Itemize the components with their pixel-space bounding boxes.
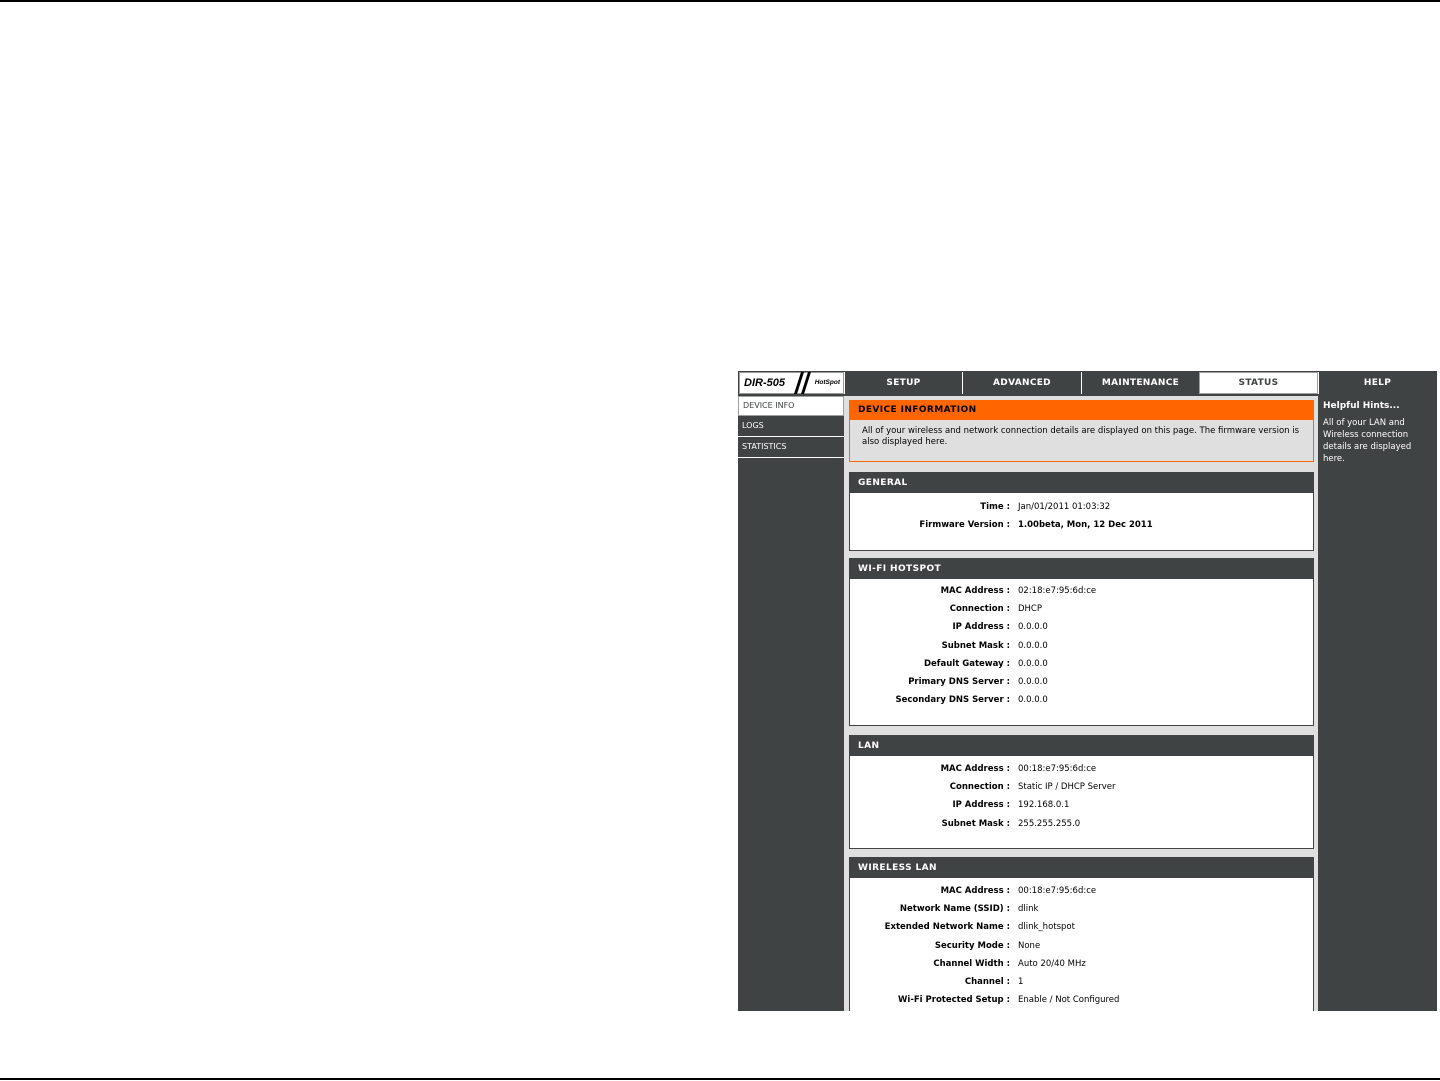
info-row: Channel Width : Auto 20/40 MHz bbox=[850, 955, 1313, 973]
row-value: Static IP / DHCP Server bbox=[1018, 782, 1116, 793]
general-title: GENERAL bbox=[850, 473, 1313, 493]
info-row: MAC Address : 02:18:e7:95:6d:ce bbox=[850, 582, 1313, 600]
info-row: Firmware Version : 1.00beta, Mon, 12 Dec… bbox=[850, 516, 1313, 534]
brand-logo: DIR-505 HotSpot bbox=[739, 372, 844, 394]
tab-advanced[interactable]: ADVANCED bbox=[962, 372, 1081, 394]
row-value: 0.0.0.0 bbox=[1018, 640, 1048, 651]
brand-model: DIR-505 bbox=[744, 377, 785, 389]
info-row: Time : Jan/01/2011 01:03:32 bbox=[850, 498, 1313, 516]
top-rule bbox=[0, 0, 1440, 2]
row-value: 0.0.0.0 bbox=[1018, 622, 1048, 633]
info-row: IP Address : 0.0.0.0 bbox=[850, 618, 1313, 636]
wireless-lan-section: WIRELESS LAN MAC Address : 00:18:e7:95:6d… bbox=[849, 857, 1314, 1011]
info-row: Channel : 1 bbox=[850, 973, 1313, 991]
lan-section: LAN MAC Address : 00:18:e7:95:6d:ce Conne… bbox=[849, 735, 1314, 849]
firmware-value: 1.00beta, Mon, 12 Dec 2011 bbox=[1018, 520, 1153, 531]
wifi-hotspot-title: WI-FI HOTSPOT bbox=[850, 559, 1313, 579]
firmware-label: Firmware Version : bbox=[919, 520, 1010, 531]
helpful-hints-panel: Helpful Hints... All of your LAN and Wir… bbox=[1319, 396, 1437, 465]
logo-slash-icon bbox=[794, 372, 811, 394]
wifi-hotspot-section: WI-FI HOTSPOT MAC Address : 02:18:e7:95:6… bbox=[849, 558, 1314, 726]
row-label: Secondary DNS Server : bbox=[895, 695, 1010, 706]
router-ui-frame: DIR-505 HotSpot SETUP ADVANCED MAINTENAN… bbox=[738, 371, 1437, 1011]
row-value: 192.168.0.1 bbox=[1018, 800, 1070, 811]
info-row: MAC Address : 00:18:e7:95:6d:ce bbox=[850, 760, 1313, 778]
general-section: GENERAL Time : Jan/01/2011 01:03:32 Firm… bbox=[849, 472, 1314, 551]
row-value: Auto 20/40 MHz bbox=[1018, 958, 1086, 969]
row-value: 0.0.0.0 bbox=[1018, 677, 1048, 688]
lan-title: LAN bbox=[850, 736, 1313, 756]
info-row: Default Gateway : 0.0.0.0 bbox=[850, 655, 1313, 673]
row-label: IP Address : bbox=[952, 622, 1010, 633]
info-row: Connection : Static IP / DHCP Server bbox=[850, 778, 1313, 796]
info-row: Secondary DNS Server : 0.0.0.0 bbox=[850, 691, 1313, 709]
time-value: Jan/01/2011 01:03:32 bbox=[1018, 502, 1111, 513]
tab-status[interactable]: STATUS bbox=[1199, 372, 1318, 394]
info-row: Wi-Fi Protected Setup : Enable / Not Conf… bbox=[850, 991, 1313, 1009]
row-label: Subnet Mask : bbox=[941, 640, 1010, 651]
row-label: MAC Address : bbox=[940, 586, 1010, 597]
row-label: Wi-Fi Protected Setup : bbox=[898, 995, 1010, 1006]
row-value: 0.0.0.0 bbox=[1018, 658, 1048, 669]
helpful-hints-title: Helpful Hints... bbox=[1323, 401, 1400, 411]
top-nav: DIR-505 HotSpot SETUP ADVANCED MAINTENAN… bbox=[738, 371, 1437, 395]
info-row: Extended Network Name : dlink_hotspot bbox=[850, 918, 1313, 936]
row-label: MAC Address : bbox=[940, 886, 1010, 897]
device-information-title: DEVICE INFORMATION bbox=[850, 401, 1313, 420]
row-label: IP Address : bbox=[952, 800, 1010, 811]
tab-setup[interactable]: SETUP bbox=[844, 372, 962, 394]
row-label: Channel Width : bbox=[933, 958, 1010, 969]
row-label: MAC Address : bbox=[940, 764, 1010, 775]
device-information-text: All of your wireless and network connect… bbox=[862, 426, 1300, 447]
row-value: DHCP bbox=[1018, 604, 1042, 615]
row-label: Subnet Mask : bbox=[941, 818, 1010, 829]
row-value: dlink_hotspot bbox=[1018, 922, 1075, 933]
row-value: dlink bbox=[1018, 904, 1039, 915]
row-label: Extended Network Name : bbox=[884, 922, 1010, 933]
row-value: 00:18:e7:95:6d:ce bbox=[1018, 886, 1097, 897]
info-row: Security Mode : None bbox=[850, 937, 1313, 955]
row-label: Primary DNS Server : bbox=[908, 677, 1010, 688]
row-label: Channel : bbox=[964, 977, 1010, 988]
tab-help[interactable]: HELP bbox=[1318, 372, 1436, 394]
row-value: 02:18:e7:95:6d:ce bbox=[1018, 586, 1097, 597]
row-label: Connection : bbox=[949, 782, 1010, 793]
row-value: 00:18:e7:95:6d:ce bbox=[1018, 764, 1097, 775]
row-label: Connection : bbox=[949, 604, 1010, 615]
side-nav-device-info[interactable]: DEVICE INFO bbox=[738, 396, 844, 416]
side-nav-statistics[interactable]: STATISTICS bbox=[738, 437, 844, 458]
device-information-panel: DEVICE INFORMATION All of your wireless … bbox=[849, 400, 1314, 462]
info-row: Subnet Mask : 255.255.255.0 bbox=[850, 815, 1313, 833]
info-row: MAC Address : 00:18:e7:95:6d:ce bbox=[850, 882, 1313, 900]
wireless-lan-title: WIRELESS LAN bbox=[850, 858, 1313, 878]
row-label: Default Gateway : bbox=[923, 658, 1010, 669]
row-value: Enable / Not Configured bbox=[1018, 995, 1120, 1006]
row-label: Security Mode : bbox=[934, 940, 1010, 951]
side-nav: DEVICE INFO LOGS STATISTICS bbox=[738, 396, 844, 458]
row-value: 0.0.0.0 bbox=[1018, 695, 1048, 706]
tab-maintenance[interactable]: MAINTENANCE bbox=[1081, 372, 1199, 394]
info-row: Primary DNS Server : 0.0.0.0 bbox=[850, 673, 1313, 691]
info-row: Network Name (SSID) : dlink bbox=[850, 900, 1313, 918]
main-content: DEVICE INFORMATION All of your wireless … bbox=[844, 396, 1318, 1011]
side-nav-logs[interactable]: LOGS bbox=[738, 416, 844, 437]
info-row: Connection : DHCP bbox=[850, 600, 1313, 618]
row-value: 255.255.255.0 bbox=[1018, 818, 1081, 829]
row-value: None bbox=[1018, 940, 1041, 951]
brand-product: HotSpot bbox=[814, 379, 840, 386]
info-row: IP Address : 192.168.0.1 bbox=[850, 796, 1313, 814]
helpful-hints-text: All of your LAN and Wireless connection … bbox=[1323, 418, 1412, 464]
time-label: Time : bbox=[980, 502, 1010, 513]
info-row: Subnet Mask : 0.0.0.0 bbox=[850, 637, 1313, 655]
row-label: Network Name (SSID) : bbox=[899, 904, 1010, 915]
row-value: 1 bbox=[1018, 977, 1024, 988]
bottom-rule bbox=[0, 1078, 1440, 1080]
